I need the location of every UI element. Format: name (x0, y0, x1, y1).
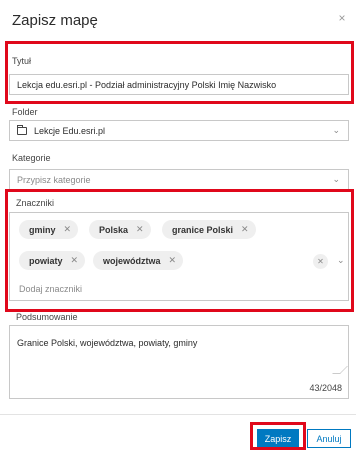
tag-remove-icon[interactable]: ✕ (136, 224, 144, 235)
summary-counter: 43/2048 (309, 383, 342, 393)
tags-input[interactable]: gminy ✕ Polska ✕ granice Polski ✕ powiat… (9, 212, 349, 301)
save-map-dialog: Zapisz mapę × Tytuł Lekcja edu.esri.pl -… (0, 0, 356, 450)
category-select[interactable]: Przypisz kategorie ⌄ (9, 169, 349, 190)
resize-handle-icon[interactable] (332, 366, 348, 374)
title-label: Tytuł (12, 56, 32, 66)
chevron-down-icon: ⌄ (332, 125, 340, 135)
tags-label: Znaczniki (16, 198, 55, 208)
clear-icon[interactable]: ✕ (313, 254, 328, 269)
tag-remove-icon[interactable]: ✕ (241, 224, 249, 235)
tag-chip: Polska ✕ (89, 220, 151, 239)
tags-placeholder: Dodaj znaczniki (19, 284, 83, 294)
summary-label: Podsumowanie (16, 312, 78, 322)
summary-textarea[interactable]: Granice Polski, województwa, powiaty, gm… (9, 325, 349, 399)
folder-value: Lekcje Edu.esri.pl (34, 125, 106, 136)
title-input[interactable]: Lekcja edu.esri.pl - Podział administrac… (9, 74, 349, 95)
close-icon[interactable]: × (335, 11, 349, 25)
folder-icon (17, 124, 27, 135)
category-label: Kategorie (12, 153, 51, 163)
folder-select[interactable]: Lekcje Edu.esri.pl ⌄ (9, 120, 349, 141)
tag-remove-icon[interactable]: ✕ (64, 224, 72, 235)
tag-remove-icon[interactable]: ✕ (71, 255, 79, 266)
tag-label: województwa (103, 255, 161, 266)
tag-label: granice Polski (172, 224, 234, 235)
tag-chip: gminy ✕ (19, 220, 79, 239)
title-input-value: Lekcja edu.esri.pl - Podział administrac… (17, 79, 277, 90)
cancel-button[interactable]: Anuluj (307, 429, 351, 448)
tag-chip: powiaty ✕ (19, 251, 86, 270)
tag-remove-icon[interactable]: ✕ (169, 255, 177, 266)
footer-divider (0, 414, 356, 415)
tag-chip: województwa ✕ (93, 251, 184, 270)
tag-label: gminy (29, 224, 56, 235)
folder-label: Folder (12, 107, 38, 117)
chevron-down-icon[interactable]: ⌄ (337, 255, 345, 266)
chevron-down-icon: ⌄ (332, 174, 340, 184)
tag-chip: granice Polski ✕ (162, 220, 256, 239)
category-placeholder: Przypisz kategorie (17, 174, 91, 185)
dialog-title: Zapisz mapę (12, 12, 98, 29)
tag-label: Polska (99, 224, 129, 235)
save-button[interactable]: Zapisz (257, 429, 299, 448)
summary-value: Granice Polski, województwa, powiaty, gm… (17, 338, 198, 348)
tag-label: powiaty (29, 255, 63, 266)
